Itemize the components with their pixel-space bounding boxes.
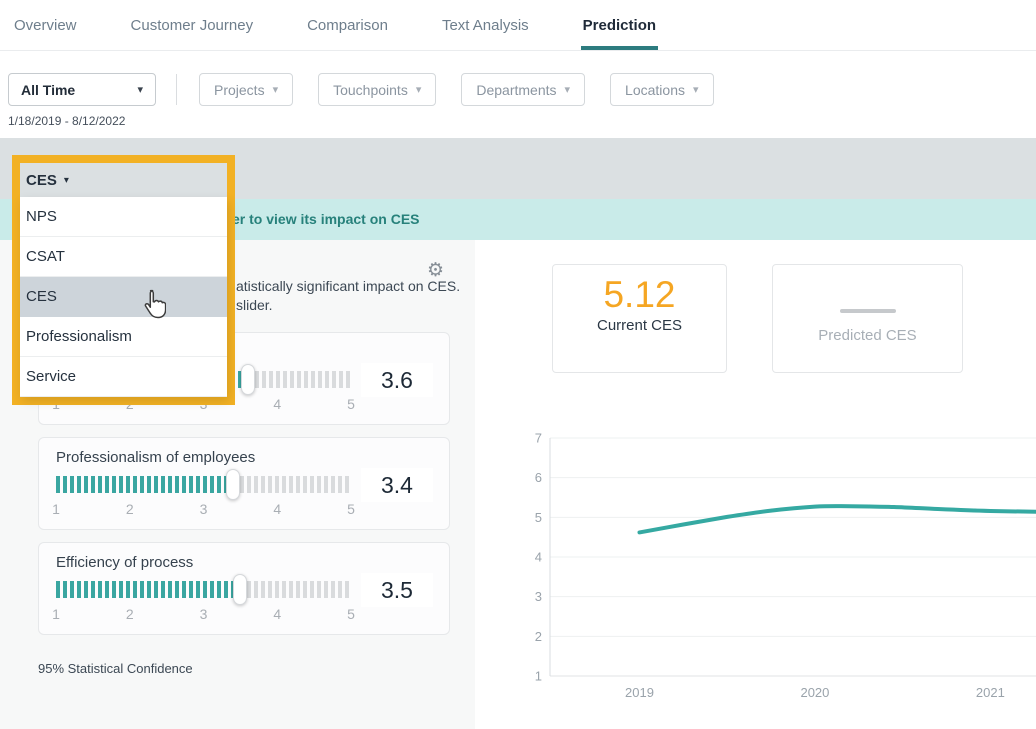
time-range-select[interactable]: All Time ▾	[8, 73, 156, 106]
slider-handle[interactable]	[241, 364, 255, 395]
scale-label: 5	[347, 501, 355, 517]
y-axis-tick-label: 6	[535, 470, 542, 485]
y-axis-tick-label: 3	[535, 589, 542, 604]
predicted-ces-label: Predicted CES	[818, 327, 916, 344]
metric-dropdown-header[interactable]: CES ▾	[20, 163, 227, 197]
filter-buttons: Projects▾Touchpoints▾Departments▾Locatio…	[199, 73, 714, 106]
x-axis-tick-label: 2020	[800, 685, 829, 700]
trend-line	[639, 506, 1036, 532]
driver-value: 3.5	[361, 573, 433, 607]
annotation-highlight-box: CES ▾ NPSCSATCESProfessionalismService	[12, 155, 235, 405]
x-axis-tick-label: 2021	[976, 685, 1005, 700]
scale-label: 1	[52, 606, 60, 622]
divider	[176, 74, 177, 105]
chevron-down-icon: ▾	[137, 83, 143, 96]
menu-item-professionalism[interactable]: Professionalism	[20, 317, 227, 357]
filter-label: Departments	[476, 82, 556, 98]
scale-label: 5	[347, 606, 355, 622]
predicted-ces-empty-dash	[840, 309, 896, 313]
chevron-down-icon: ▾	[273, 83, 279, 96]
chevron-down-icon: ▾	[64, 175, 69, 186]
confidence-note: 95% Statistical Confidence	[38, 661, 193, 676]
tab-customer-journey[interactable]: Customer Journey	[131, 0, 254, 50]
chevron-down-icon: ▾	[416, 83, 422, 96]
slider-ticks-rest	[248, 371, 351, 388]
filter-touchpoints[interactable]: Touchpoints ▾	[318, 73, 436, 106]
scale-label: 4	[273, 396, 281, 412]
drivers-intro-line1: atistically significant impact on CES.	[236, 278, 460, 294]
menu-item-csat[interactable]: CSAT	[20, 237, 227, 277]
info-banner-text: er to view its impact on CES	[232, 199, 420, 240]
scale-label: 5	[347, 396, 355, 412]
time-range-value: All Time	[21, 82, 137, 98]
metric-dropdown-menu: NPSCSATCESProfessionalismService	[20, 197, 227, 397]
top-nav: Overview Customer Journey Comparison Text A…	[0, 0, 1036, 51]
filter-label: Projects	[214, 82, 265, 98]
scale-label: 1	[52, 501, 60, 517]
slider-ticks-rest	[240, 581, 351, 598]
chevron-down-icon: ▾	[565, 83, 571, 96]
y-axis-tick-label: 1	[535, 669, 542, 684]
slider-ticks-filled	[56, 581, 240, 598]
predicted-ces-card: Predicted CES	[772, 264, 963, 373]
slider-handle[interactable]	[233, 574, 247, 605]
current-ces-label: Current CES	[597, 317, 682, 334]
tab-comparison[interactable]: Comparison	[307, 0, 388, 50]
filter-bar: All Time ▾ Projects▾Touchpoints▾Departme…	[0, 51, 1036, 138]
current-ces-value: 5.12	[603, 275, 675, 315]
scale-label: 3	[200, 501, 208, 517]
slider-scale: 12345	[56, 501, 351, 517]
slider-handle[interactable]	[226, 469, 240, 500]
filter-label: Touchpoints	[333, 82, 408, 98]
y-axis-tick-label: 7	[535, 431, 542, 446]
nav-tabs: Overview Customer Journey Comparison Text A…	[0, 0, 1036, 50]
scale-label: 4	[273, 606, 281, 622]
date-range-label: 1/18/2019 - 8/12/2022	[8, 114, 125, 128]
tab-prediction[interactable]: Prediction	[583, 0, 656, 50]
ces-trend-chart: 1 2 3 4 5 6 7 2019 2020 2021	[520, 425, 1036, 715]
slider-scale: 12345	[56, 606, 351, 622]
scale-label: 3	[200, 606, 208, 622]
y-axis-tick-label: 5	[535, 510, 542, 525]
tab-overview[interactable]: Overview	[14, 0, 77, 50]
menu-item-nps[interactable]: NPS	[20, 197, 227, 237]
filter-label: Locations	[625, 82, 685, 98]
current-ces-card: 5.12 Current CES	[552, 264, 727, 373]
filter-locations[interactable]: Locations ▾	[610, 73, 713, 106]
slider-track[interactable]	[56, 581, 351, 598]
slider-track[interactable]	[56, 476, 351, 493]
filter-projects[interactable]: Projects ▾	[199, 73, 293, 106]
hand-cursor-icon	[142, 288, 166, 320]
driver-value: 3.6	[361, 363, 433, 397]
y-axis-tick-label: 2	[535, 629, 542, 644]
y-axis-tick-label: 4	[535, 550, 542, 565]
driver-value: 3.4	[361, 468, 433, 502]
menu-item-ces[interactable]: CES	[20, 277, 227, 317]
metric-dropdown-value: CES	[26, 172, 57, 189]
filter-departments[interactable]: Departments ▾	[461, 73, 585, 106]
slider-ticks-rest	[233, 476, 351, 493]
scale-label: 2	[126, 606, 134, 622]
menu-item-service[interactable]: Service	[20, 357, 227, 397]
driver-title: Efficiency of process	[56, 554, 193, 571]
prediction-dashboard: Overview Customer Journey Comparison Text A…	[0, 0, 1036, 729]
slider-ticks-filled	[56, 476, 233, 493]
driver-slider-card: Efficiency of process 3.5 1 2 3 4 5	[38, 542, 450, 635]
driver-title: Professionalism of employees	[56, 449, 255, 466]
scale-label: 2	[126, 501, 134, 517]
drivers-intro-line2: slider.	[236, 297, 273, 313]
x-axis-tick-label: 2019	[625, 685, 654, 700]
scale-label: 4	[273, 501, 281, 517]
tab-text-analysis[interactable]: Text Analysis	[442, 0, 529, 50]
driver-slider-card: Professionalism of employees 3.4 1 2 3 4 5	[38, 437, 450, 530]
chevron-down-icon: ▾	[693, 83, 699, 96]
